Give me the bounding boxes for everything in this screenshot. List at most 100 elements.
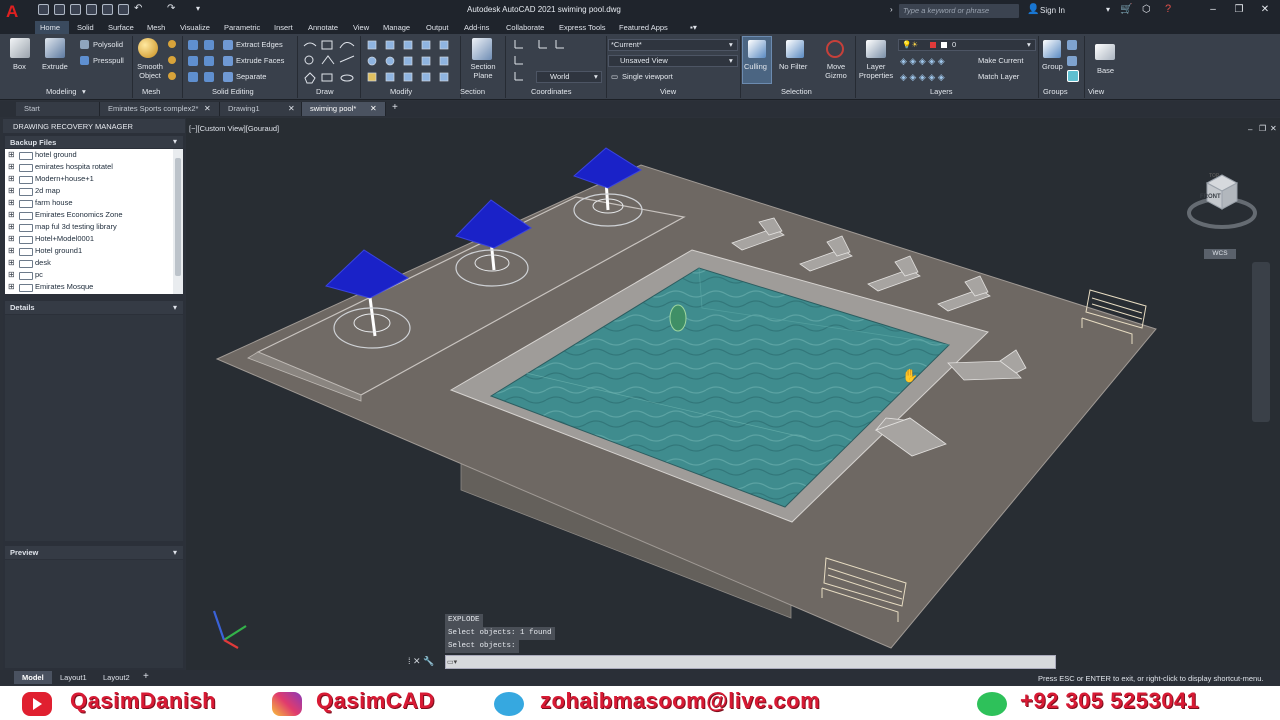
no-filter-icon[interactable] — [786, 40, 804, 58]
extrude-icon[interactable] — [45, 38, 65, 58]
list-item[interactable]: emirates hospita rotatel — [5, 161, 173, 173]
backup-files-header[interactable]: Backup Files — [5, 136, 183, 148]
save-as-icon[interactable] — [86, 4, 97, 15]
ucs-named-icons[interactable] — [536, 38, 576, 54]
layer-tools-row2-icon[interactable]: ◈ ◈ ◈ ◈ ◈ — [900, 72, 945, 83]
layer-select[interactable] — [898, 39, 1036, 51]
close-icon[interactable]: ✕ — [1258, 4, 1272, 16]
tab-manage[interactable]: Manage — [383, 22, 410, 34]
preview-header[interactable]: Preview — [5, 546, 183, 559]
list-item[interactable]: Emirates Economics Zone — [5, 209, 173, 221]
close-tab-icon[interactable]: ✕ — [204, 104, 211, 113]
help-icon[interactable]: ? — [1165, 3, 1171, 15]
add-layout-icon[interactable]: + — [143, 671, 149, 682]
tab-output[interactable]: Output — [426, 22, 449, 34]
polysolid-icon[interactable] — [80, 40, 89, 49]
move-gizmo-label[interactable]: Move Gizmo — [821, 62, 851, 80]
single-viewport-label[interactable]: Single viewport — [622, 72, 673, 81]
panel-layers[interactable]: Layers — [930, 87, 953, 96]
doc-tab-emirates-sports[interactable]: Emirates Sports complex2* — [100, 102, 220, 116]
panel-modify[interactable]: Modify — [390, 87, 412, 96]
list-item[interactable]: Hotel ground1 — [5, 245, 173, 257]
sign-in-button[interactable]: Sign In — [1040, 6, 1065, 15]
close-tab-icon[interactable]: ✕ — [370, 104, 377, 113]
doc-tab-start[interactable]: Start — [16, 102, 100, 116]
backup-file-list[interactable]: hotel ground emirates hospita rotatel Mo… — [5, 149, 173, 294]
tab-collaborate[interactable]: Collaborate — [506, 22, 544, 34]
save-icon[interactable] — [70, 4, 81, 15]
panel-section[interactable]: Section — [460, 87, 485, 96]
base-label[interactable]: Base — [1097, 66, 1114, 75]
collapse-icon[interactable]: ▾ — [173, 548, 177, 557]
list-item[interactable]: map ful 3d testing library — [5, 221, 173, 233]
panel-solid-editing[interactable]: Solid Editing — [212, 87, 254, 96]
mesh-smooth-more-icon[interactable] — [168, 40, 176, 48]
extrude-label[interactable]: Extrude — [42, 62, 68, 71]
tab-featured-apps[interactable]: Featured Apps — [619, 22, 668, 34]
group-selection-icon[interactable] — [1067, 70, 1079, 82]
visual-style-dropdown-icon[interactable]: ▾ — [729, 40, 733, 49]
ucs-icons[interactable] — [512, 38, 534, 84]
viewcube-top-label[interactable]: TOP — [1209, 173, 1219, 179]
viewcube-front-label[interactable]: FRONT — [1200, 194, 1221, 200]
search-input[interactable]: Type a keyword or phrase — [899, 4, 1019, 18]
named-view-dropdown-icon[interactable]: ▾ — [729, 56, 733, 65]
list-item[interactable]: Emirates Mosque — [5, 281, 173, 293]
layer-properties-label[interactable]: Layer Properties — [858, 62, 894, 80]
list-item[interactable]: desk — [5, 257, 173, 269]
layer-tools-row1-icon[interactable]: ◈ ◈ ◈ ◈ ◈ — [900, 56, 945, 67]
section-plane-label[interactable]: Section Plane — [467, 62, 499, 80]
group-label[interactable]: Group — [1042, 62, 1063, 71]
box-label[interactable]: Box — [13, 62, 26, 71]
layer-properties-icon[interactable] — [866, 40, 886, 58]
ungroup-icon[interactable] — [1067, 40, 1077, 50]
details-header[interactable]: Details — [5, 301, 183, 314]
scrollbar-thumb[interactable] — [175, 158, 181, 276]
list-item[interactable]: 2d map — [5, 185, 173, 197]
ucs-dropdown-icon[interactable]: ▾ — [594, 72, 598, 81]
print-icon[interactable] — [118, 4, 129, 15]
open-file-icon[interactable] — [54, 4, 65, 15]
union-icon[interactable] — [188, 40, 198, 50]
smooth-object-icon[interactable] — [138, 38, 158, 58]
tab-home[interactable]: Home — [40, 22, 60, 34]
redo-icon[interactable]: ↷ — [167, 3, 175, 14]
collapse-icon[interactable]: ▾ — [173, 137, 177, 146]
tab-express-tools[interactable]: Express Tools — [559, 22, 606, 34]
layer-on-icon[interactable]: 💡☀ — [902, 40, 918, 49]
mesh-smooth-less-icon[interactable] — [168, 56, 176, 64]
presspull-icon[interactable] — [80, 56, 89, 65]
autocad-logo[interactable]: A — [6, 3, 28, 21]
extract-edges-icon[interactable] — [223, 40, 233, 50]
presspull-label[interactable]: Presspull — [93, 56, 124, 65]
panel-view-2[interactable]: View — [1088, 87, 1104, 96]
restore-icon[interactable]: ❐ — [1232, 4, 1246, 16]
pool-model-drawing[interactable]: ✋ — [186, 118, 1280, 670]
a360-icon[interactable]: ⬡ — [1142, 4, 1151, 15]
box-icon[interactable] — [10, 38, 30, 58]
panel-groups[interactable]: Groups — [1043, 87, 1068, 96]
new-file-icon[interactable] — [38, 4, 49, 15]
group-icon[interactable] — [1043, 40, 1061, 58]
tab-annotate[interactable]: Annotate — [308, 22, 338, 34]
section-plane-icon[interactable] — [472, 38, 492, 60]
collapse-icon[interactable]: ▾ — [173, 303, 177, 312]
panel-modeling[interactable]: Modeling — [46, 87, 76, 96]
tab-surface[interactable]: Surface — [108, 22, 134, 34]
tab-parametric[interactable]: Parametric — [224, 22, 260, 34]
web-open-icon[interactable] — [102, 4, 113, 15]
layer-lock-icon[interactable] — [930, 42, 936, 48]
smooth-object-label[interactable]: Smooth Object — [134, 62, 166, 80]
extrude-faces-label[interactable]: Extrude Faces — [236, 56, 284, 65]
match-layer-label[interactable]: Match Layer — [978, 72, 1019, 81]
command-prompt-icon[interactable]: ▭▾ — [447, 658, 457, 666]
command-tools-icon[interactable]: ⁞ ✕ 🔧 — [408, 656, 434, 667]
extract-edges-label[interactable]: Extract Edges — [236, 40, 283, 49]
make-current-label[interactable]: Make Current — [978, 56, 1023, 65]
thicken-icon[interactable] — [204, 72, 214, 82]
layer-dropdown-icon[interactable]: ▾ — [1027, 40, 1031, 49]
close-tab-icon[interactable]: ✕ — [288, 104, 295, 113]
base-view-icon[interactable] — [1095, 44, 1115, 60]
signin-dropdown-icon[interactable]: ▾ — [1106, 5, 1110, 14]
panel-mesh[interactable]: Mesh — [142, 87, 160, 96]
